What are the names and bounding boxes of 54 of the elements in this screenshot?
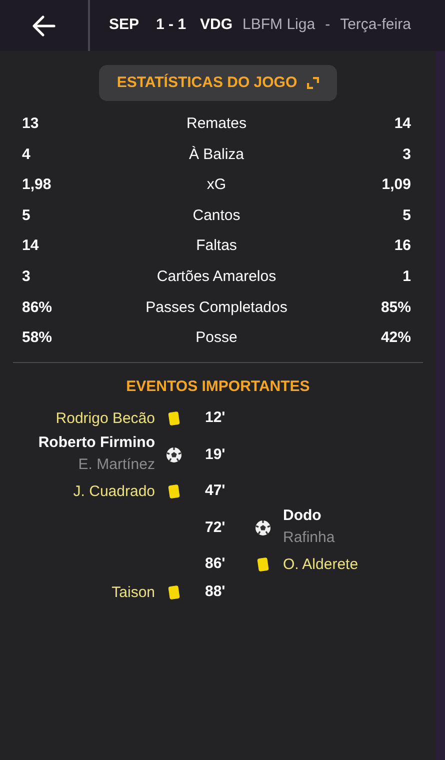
home-stat-value: 3 (22, 267, 32, 288)
player-name: Dodo (283, 506, 322, 526)
event-minute: 12' (205, 409, 226, 426)
stats-button[interactable]: ESTATÍSTICAS DO JOGO (98, 65, 338, 101)
card-icon (168, 411, 180, 426)
match-score: 1 - 1 (156, 15, 186, 36)
home-stat-value: 5 (22, 206, 32, 226)
stat-label: Passes Completados (144, 298, 288, 318)
expand-icon (307, 77, 320, 89)
stat-label: Remates (185, 114, 248, 134)
event-minute: 88' (205, 583, 226, 600)
home-stat-value: 14 (22, 236, 40, 256)
stat-label: À Baliza (188, 144, 246, 165)
home-stat-value: 4 (22, 144, 32, 165)
football-icon (166, 446, 182, 463)
event-minute: 86' (205, 555, 226, 572)
away-stat-value: 3 (402, 144, 411, 165)
home-stat-value: 13 (22, 114, 40, 134)
away-team: VDG (200, 15, 233, 36)
section-title: EVENTOS IMPORTANTES (126, 376, 310, 397)
home-stat-value: 1,98 (22, 175, 52, 196)
player-name: Taison (112, 582, 155, 603)
football-icon (255, 520, 271, 536)
stat-label: xG (206, 175, 228, 196)
back-arrow-icon (32, 14, 56, 36)
card-icon (257, 557, 269, 572)
away-stat-value: 85% (380, 298, 411, 318)
card-icon (168, 585, 180, 600)
player-name: Roberto Firmino (38, 433, 155, 454)
away-stat-value: 1 (402, 267, 411, 288)
competition-name: LBFM Liga (242, 15, 316, 36)
stat-label: Faltas (195, 236, 238, 256)
card-icon (168, 484, 180, 498)
player-name: Rodrigo Becão (56, 408, 155, 429)
home-stat-value: 58% (22, 328, 54, 348)
event-minute: 72' (205, 518, 226, 536)
match-day: Terça-feira (340, 14, 411, 37)
away-stat-value: 16 (393, 236, 411, 256)
home-stat-value: 86% (22, 298, 54, 318)
separator-text: - (325, 15, 330, 36)
player-name: J. Cuadrado (73, 482, 155, 502)
event-minute: 19' (205, 446, 226, 463)
away-stat-value: 42% (380, 328, 411, 348)
home-team: SEP (109, 15, 140, 36)
away-stat-value: 5 (402, 206, 411, 226)
stat-label: Cartões Amarelos (156, 267, 278, 288)
away-stat-value: 14 (393, 114, 411, 134)
stat-label: Posse (194, 328, 238, 348)
away-stat-value: 1,09 (380, 175, 411, 196)
assist-name: Rafinha (283, 528, 335, 548)
player-name: O. Alderete (283, 554, 358, 575)
stat-label: Cantos (192, 206, 242, 226)
event-minute: 47' (205, 482, 226, 500)
assist-name: E. Martínez (78, 455, 155, 476)
